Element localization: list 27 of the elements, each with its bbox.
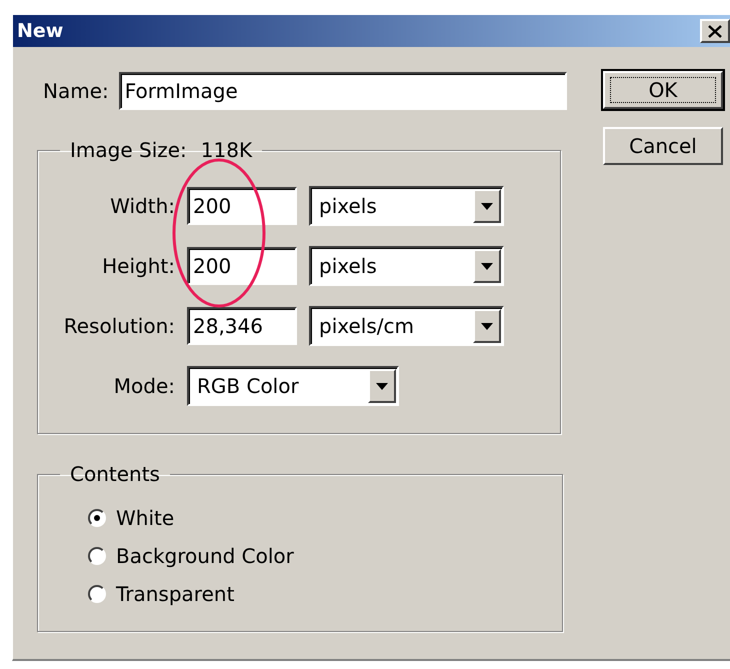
number-field[interactable]: 200 — [187, 247, 297, 285]
radio-label: Transparent — [116, 582, 234, 606]
dialog-button[interactable]: Cancel — [603, 127, 723, 165]
unit-dropdown[interactable]: pixels — [309, 246, 504, 286]
dialog-button[interactable]: OK — [603, 71, 723, 109]
field-label: Resolution: — [62, 314, 175, 338]
name-label: Name: — [43, 79, 109, 103]
group-label: Image Size: — [70, 138, 187, 162]
unit-dropdown[interactable]: pixels — [309, 186, 504, 226]
unit-dropdown[interactable]: pixels/cm — [309, 306, 504, 346]
close-button[interactable] — [700, 19, 730, 43]
radio-label: White — [116, 506, 174, 530]
window-title: New — [17, 20, 64, 42]
radio-button[interactable] — [88, 547, 106, 565]
radio-button[interactable] — [88, 585, 106, 603]
mode-dropdown[interactable]: RGB Color — [187, 366, 399, 406]
name-field[interactable]: FormImage — [118, 72, 567, 110]
number-field[interactable]: 28,346 — [187, 307, 297, 345]
radio-button[interactable] — [88, 509, 106, 527]
group-label: Contents — [70, 462, 160, 486]
size-value: 118K — [200, 138, 252, 162]
close-icon — [708, 24, 722, 38]
field-label: Width: — [109, 194, 175, 218]
field-label: Mode: — [112, 374, 175, 398]
number-field[interactable]: 200 — [187, 187, 297, 225]
field-label: Height: — [101, 254, 175, 278]
radio-label: Background Color — [116, 544, 294, 568]
